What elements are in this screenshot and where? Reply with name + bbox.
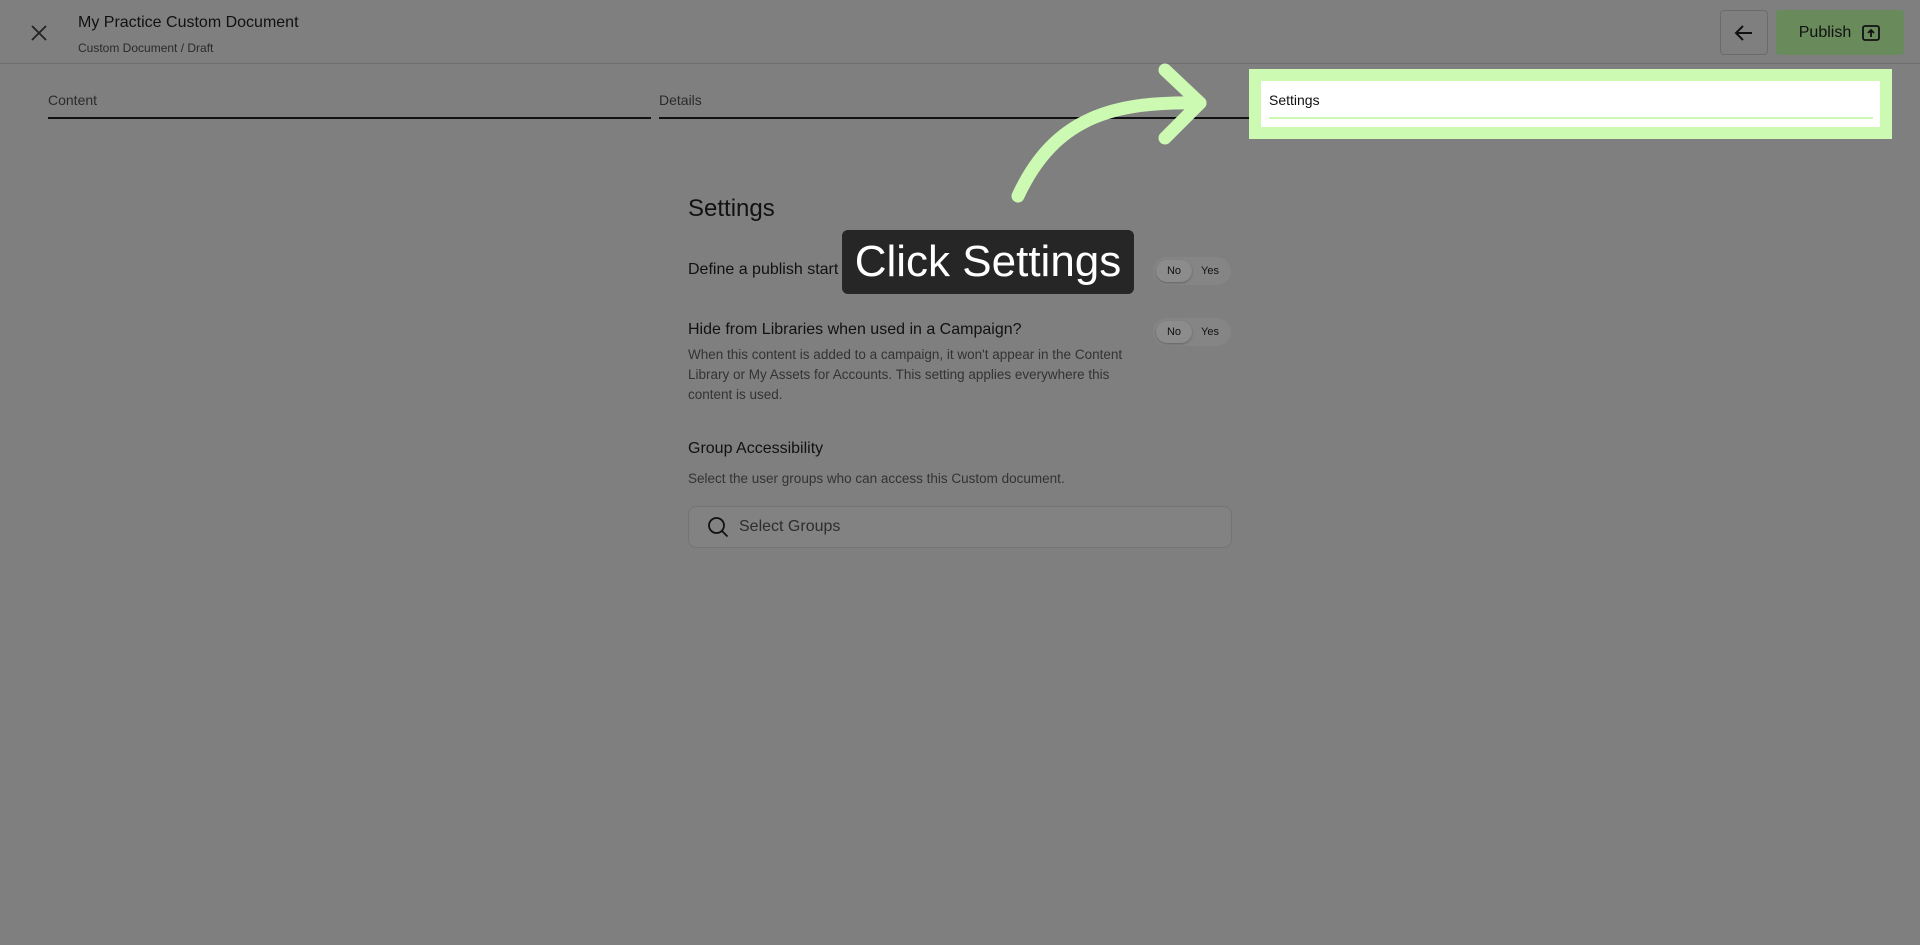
close-icon: [31, 25, 47, 41]
group-accessibility-description: Select the user groups who can access th…: [688, 471, 1065, 486]
hide-libraries-yes-option[interactable]: Yes: [1192, 321, 1228, 343]
hide-libraries-toggle[interactable]: No Yes: [1153, 318, 1231, 346]
select-groups-field[interactable]: [688, 506, 1232, 548]
publish-window-yes-option[interactable]: Yes: [1192, 260, 1228, 282]
settings-heading: Settings: [688, 195, 775, 222]
header-bar: My Practice Custom Document Custom Docum…: [0, 0, 1920, 64]
hide-libraries-no-option[interactable]: No: [1156, 321, 1192, 343]
publish-window-no-option[interactable]: No: [1156, 260, 1192, 282]
publish-icon: [1862, 24, 1881, 41]
hide-libraries-description: When this content is added to a campaign…: [688, 347, 1123, 402]
back-button[interactable]: [1720, 10, 1768, 55]
arrow-left-icon: [1734, 24, 1752, 41]
publish-window-toggle[interactable]: No Yes: [1153, 257, 1231, 285]
tutorial-callout: Click Settings: [842, 230, 1134, 294]
document-title: My Practice Custom Document: [78, 14, 299, 31]
group-accessibility-label: Group Accessibility: [688, 440, 824, 457]
tab-settings[interactable]: Settings: [1269, 92, 1873, 119]
search-icon: [708, 517, 729, 538]
select-groups-input[interactable]: [739, 518, 1199, 536]
close-button[interactable]: [26, 20, 52, 46]
tab-content[interactable]: Content: [48, 92, 651, 119]
tutorial-arrow-icon: [1011, 63, 1207, 203]
publish-button[interactable]: Publish: [1776, 10, 1904, 55]
hide-libraries-label: Hide from Libraries when used in a Campa…: [688, 321, 1022, 338]
breadcrumb: Custom Document / Draft: [78, 41, 214, 55]
publish-label: Publish: [1798, 23, 1852, 41]
